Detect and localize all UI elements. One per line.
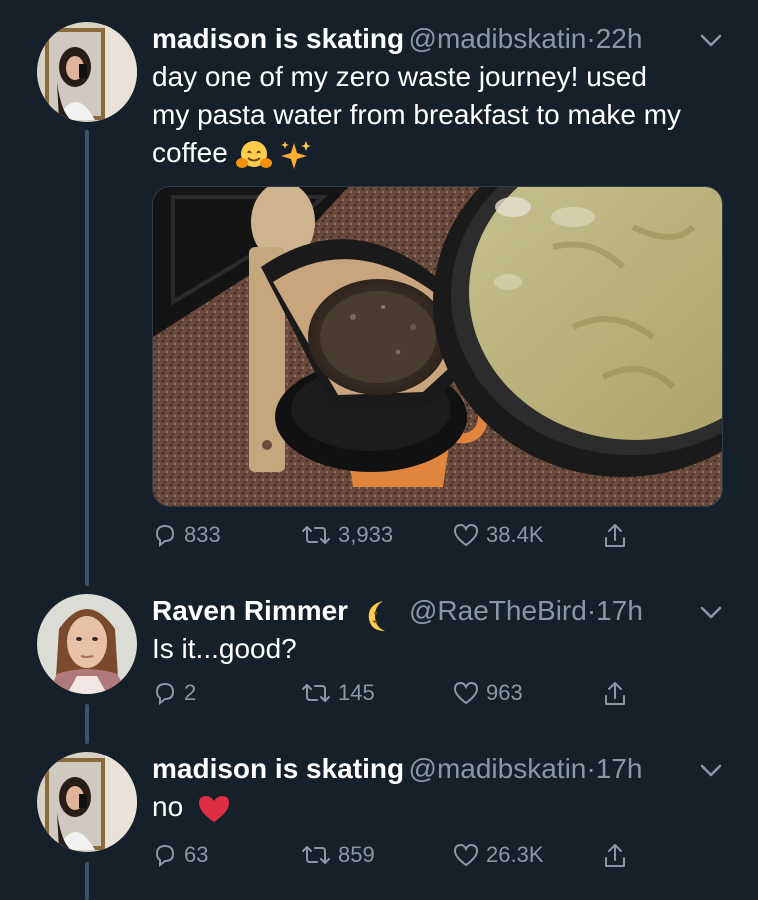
- retweet-count: 145: [338, 680, 375, 705]
- retweet-icon: [302, 684, 330, 702]
- heart-icon: [453, 523, 479, 547]
- chevron-down-icon[interactable]: [698, 30, 724, 50]
- separator-dot: ·: [586, 595, 597, 626]
- share-icon: [605, 682, 625, 705]
- display-name[interactable]: madison is skating: [152, 753, 404, 784]
- like-count: 26.3K: [486, 842, 544, 867]
- tweet-text-line: my pasta water from breakfast to make my: [152, 99, 682, 130]
- separator-dot: ·: [586, 753, 596, 784]
- crescent-moon-face-emoji-icon: [368, 600, 385, 631]
- heart-icon: [453, 681, 479, 705]
- reply-button[interactable]: 833: [152, 522, 221, 548]
- retweet-count: 859: [338, 842, 375, 867]
- avatar-madison[interactable]: [37, 22, 137, 122]
- share-button[interactable]: [602, 842, 628, 870]
- separator-dot: ·: [586, 23, 596, 54]
- share-button[interactable]: [602, 680, 628, 708]
- red-heart-emoji-icon: [198, 795, 229, 822]
- tweet-text: Is it...good?: [152, 633, 297, 664]
- tweet-text-content: no: [152, 791, 184, 822]
- tweet-2[interactable]: Raven Rimmer @RaeTheBird·17h Is it...goo…: [0, 594, 758, 724]
- tweet-actions: 63 859 26.3K: [152, 842, 652, 872]
- hugging-face-emoji-icon: [235, 140, 272, 168]
- chevron-down-icon[interactable]: [698, 602, 724, 622]
- reply-icon: [155, 682, 175, 706]
- tweet-1[interactable]: madison is skating @madibskatin·22h day …: [0, 22, 758, 562]
- tweet-text: day one of my zero waste journey! used m…: [152, 58, 732, 172]
- heart-icon: [453, 843, 479, 867]
- reply-icon: [155, 524, 175, 548]
- timestamp[interactable]: 17h: [596, 753, 643, 784]
- timestamp[interactable]: 22h: [596, 23, 643, 54]
- share-icon: [605, 844, 625, 867]
- reply-count: 833: [184, 522, 221, 547]
- retweet-button[interactable]: 145: [300, 680, 375, 706]
- reply-count: 2: [184, 680, 197, 705]
- avatar-madison[interactable]: [37, 752, 137, 852]
- tweet-actions: 2 145 963: [152, 680, 652, 710]
- avatar-raven[interactable]: [37, 594, 137, 694]
- tweet-text-line: day one of my zero waste journey! used: [152, 61, 647, 92]
- reply-count: 63: [184, 842, 209, 867]
- chevron-down-icon[interactable]: [698, 760, 724, 780]
- user-handle[interactable]: @RaeTheBird: [409, 595, 587, 626]
- tweet-text-line-part: coffee: [152, 137, 228, 168]
- like-count: 38.4K: [486, 522, 544, 547]
- tweet-text: no: [152, 788, 732, 826]
- user-handle[interactable]: @madibskatin: [409, 753, 587, 784]
- reply-icon: [155, 844, 175, 868]
- display-name[interactable]: Raven Rimmer: [152, 595, 348, 626]
- tweet-header: Raven Rimmer @RaeTheBird·17h: [152, 594, 643, 633]
- sparkles-emoji-icon: [281, 140, 312, 169]
- share-button[interactable]: [602, 522, 628, 550]
- tweet-header: madison is skating @madibskatin·22h: [152, 22, 642, 61]
- timestamp[interactable]: 17h: [596, 595, 643, 626]
- retweet-icon: [302, 526, 330, 544]
- tweet-actions: 833 3,933 38.4K: [152, 522, 652, 552]
- retweet-button[interactable]: 3,933: [300, 522, 393, 548]
- share-icon: [605, 524, 625, 547]
- retweet-count: 3,933: [338, 522, 394, 547]
- like-button[interactable]: 38.4K: [452, 522, 544, 548]
- reply-button[interactable]: 2: [152, 680, 196, 706]
- retweet-button[interactable]: 859: [300, 842, 375, 868]
- reply-button[interactable]: 63: [152, 842, 208, 868]
- tweet-3[interactable]: madison is skating @madibskatin·17h no 6…: [0, 752, 758, 882]
- retweet-icon: [302, 846, 330, 864]
- like-count: 963: [486, 680, 523, 705]
- tweet-photo[interactable]: [152, 186, 723, 507]
- like-button[interactable]: 963: [452, 680, 523, 706]
- tweet-header: madison is skating @madibskatin·17h: [152, 752, 642, 791]
- tweet-text-line: coffee: [152, 134, 732, 172]
- user-handle[interactable]: @madibskatin: [409, 23, 587, 54]
- like-button[interactable]: 26.3K: [452, 842, 544, 868]
- display-name[interactable]: madison is skating: [152, 23, 404, 54]
